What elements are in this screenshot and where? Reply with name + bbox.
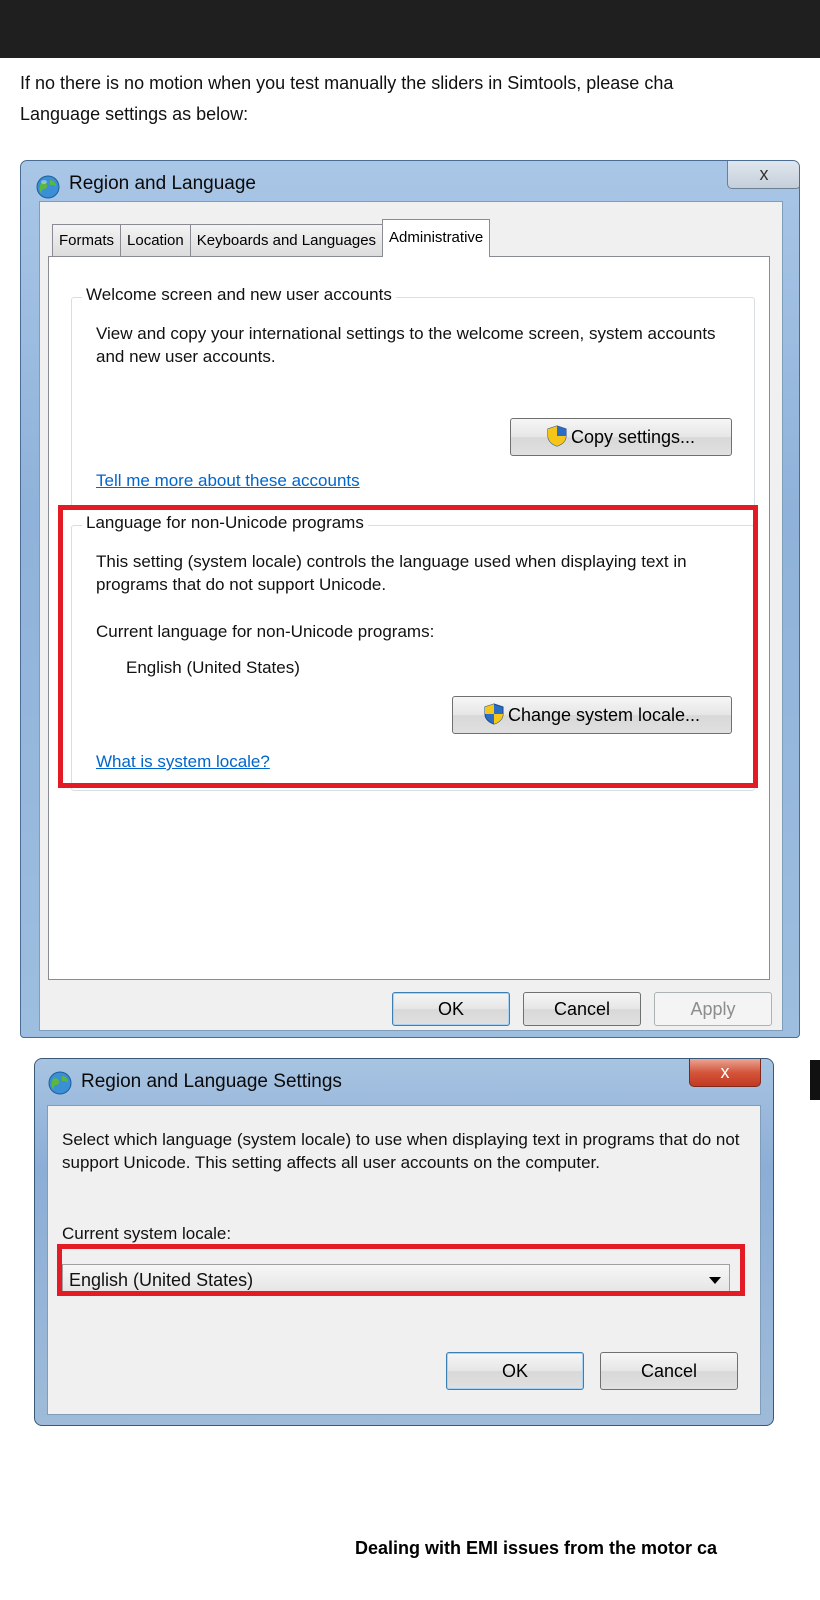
cancel-button[interactable]: Cancel xyxy=(600,1352,738,1390)
accounts-info-link[interactable]: Tell me more about these accounts xyxy=(96,471,360,491)
highlight-box-language-group xyxy=(58,505,758,788)
close-icon: x xyxy=(759,164,769,184)
window-title: Region and Language xyxy=(69,173,257,194)
background-edge xyxy=(810,1060,820,1100)
ok-button[interactable]: OK xyxy=(392,992,510,1026)
welcome-description: View and copy your international setting… xyxy=(96,324,716,366)
current-system-locale-label: Current system locale: xyxy=(62,1224,232,1243)
cancel-button[interactable]: Cancel xyxy=(523,992,641,1026)
section-heading: Dealing with EMI issues from the motor c… xyxy=(355,1538,718,1558)
tab-formats[interactable]: Formats xyxy=(52,224,122,256)
instruction-line-1: If no there is no motion when you test m… xyxy=(20,73,674,93)
document-top-bar xyxy=(0,0,820,58)
tab-location[interactable]: Location xyxy=(120,224,191,256)
tab-strip: Formats Location Keyboards and Languages… xyxy=(52,216,491,257)
window-title: Region and Language Settings xyxy=(81,1071,342,1092)
apply-button[interactable]: Apply xyxy=(654,992,772,1026)
close-button[interactable]: x xyxy=(689,1059,761,1087)
close-button[interactable]: x xyxy=(727,161,799,189)
welcome-group-legend: Welcome screen and new user accounts xyxy=(82,285,396,305)
instruction-text: If no there is no motion when you test m… xyxy=(20,68,820,130)
globe-icon xyxy=(36,175,60,199)
highlight-box-locale-dropdown xyxy=(57,1244,745,1296)
tab-keyboards-languages[interactable]: Keyboards and Languages xyxy=(189,224,384,256)
copy-settings-button[interactable]: Copy settings... xyxy=(510,418,732,456)
globe-icon xyxy=(48,1071,72,1095)
close-icon: x xyxy=(720,1062,730,1082)
locale-description: Select which language (system locale) to… xyxy=(62,1130,740,1172)
title-bar[interactable]: Region and Language Settings x xyxy=(35,1059,773,1107)
copy-settings-label: Copy settings... xyxy=(570,427,696,447)
instruction-line-2: Language settings as below: xyxy=(20,104,249,124)
tab-administrative[interactable]: Administrative xyxy=(382,219,491,257)
region-language-settings-window: Region and Language Settings x Select wh… xyxy=(34,1058,774,1426)
ok-button[interactable]: OK xyxy=(446,1352,584,1390)
uac-shield-icon xyxy=(547,425,567,447)
welcome-screen-group: Welcome screen and new user accounts Vie… xyxy=(71,285,755,507)
